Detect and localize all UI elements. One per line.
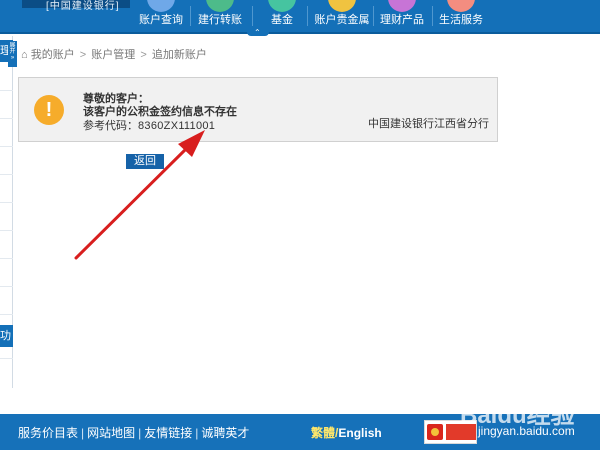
top-navigation-bar: [中国建设银行] 账户查询 建行转账 基金 账户贵金属 理财产品 生活服务 ⌃ <box>0 0 600 37</box>
nav-item-precious-metal[interactable]: 账户贵金属 <box>312 0 372 32</box>
breadcrumb-separator: > <box>140 49 147 61</box>
warning-icon: ! <box>34 95 64 125</box>
language-switch: 繁體/English <box>311 424 382 441</box>
nav-item-life-service[interactable]: 生活服务 <box>433 0 489 32</box>
sidebar-collapse-toggle[interactable]: 展开 » <box>8 41 17 67</box>
sidebar-divider <box>0 286 13 287</box>
nav-item-fund[interactable]: 基金 <box>254 0 310 32</box>
sidebar-divider <box>0 258 13 259</box>
footer-separator: | <box>195 426 199 440</box>
breadcrumb-separator: > <box>79 49 87 61</box>
back-button[interactable]: 返回 <box>126 154 164 169</box>
footer-separator: | <box>138 426 142 440</box>
nav-divider <box>307 6 308 26</box>
nav-item-label: 生活服务 <box>439 14 483 26</box>
sidebar-divider <box>0 174 13 175</box>
reference-code-line: 参考代码：8360ZX111001 <box>83 117 215 133</box>
nav-item-label: 基金 <box>271 14 293 26</box>
nav-scroll-up-button[interactable]: ⌃ <box>247 28 269 37</box>
sidebar-tab[interactable]: 功 <box>0 325 13 347</box>
error-message-box: ! 尊敬的客户： 该客户的公积金签约信息不存在 参考代码：8360ZX11100… <box>18 77 498 142</box>
footer-links: 服务价目表 | 网站地图 | 友情链接 | 诚聘英才 <box>18 424 249 441</box>
sidebar-divider <box>0 314 13 315</box>
breadcrumb-item-account-management[interactable]: 账户管理 <box>91 49 135 61</box>
nav-divider <box>190 6 191 26</box>
footer-separator: | <box>81 426 85 440</box>
nav-item-account-query[interactable]: 账户查询 <box>133 0 189 32</box>
reference-code: 8360ZX111001 <box>138 120 216 132</box>
sidebar-divider <box>0 146 13 147</box>
bank-branch-name: 中国建设银行江西省分行 <box>368 118 489 130</box>
breadcrumb-item-add-account: 追加新账户 <box>151 49 207 61</box>
sidebar-divider <box>0 118 13 119</box>
home-icon[interactable]: ⌂ <box>21 49 28 61</box>
nav-divider <box>252 6 253 26</box>
footer-link-careers[interactable]: 诚聘英才 <box>201 426 249 440</box>
sidebar-divider <box>0 202 13 203</box>
breadcrumb-item-my-account[interactable]: 我的账户 <box>31 49 75 61</box>
breadcrumb: ⌂ 我的账户 > 账户管理 > 追加新账户 <box>21 46 207 62</box>
lang-traditional-link[interactable]: 繁體 <box>311 426 335 440</box>
lang-english-link[interactable]: English <box>338 426 381 440</box>
sidebar-divider <box>0 358 13 359</box>
sidebar-divider <box>0 230 13 231</box>
footer-link-site-map[interactable]: 网站地图 <box>87 426 135 440</box>
nav-item-wealth-product[interactable]: 理财产品 <box>374 0 430 32</box>
nav-item-label: 建行转账 <box>198 14 242 26</box>
footer-link-friendly-links[interactable]: 友情链接 <box>144 426 192 440</box>
reference-code-label: 参考代码： <box>83 120 138 132</box>
nav-item-transfer[interactable]: 建行转账 <box>192 0 248 32</box>
brand-text: [中国建设银行] <box>46 1 120 12</box>
chevron-up-icon: ⌃ <box>254 28 261 37</box>
brand-strip: [中国建设银行] <box>22 0 130 12</box>
annotation-arrow <box>74 130 205 260</box>
baidu-watermark-url: jingyan.baidu.com <box>478 424 575 438</box>
sidebar-divider <box>0 90 13 91</box>
nav-item-label: 账户查询 <box>139 14 183 26</box>
nav-item-label: 理财产品 <box>380 14 424 26</box>
nav-item-label: 账户贵金属 <box>314 14 370 26</box>
footer-link-price-list[interactable]: 服务价目表 <box>18 426 78 440</box>
partner-emblem-icon <box>427 424 443 440</box>
